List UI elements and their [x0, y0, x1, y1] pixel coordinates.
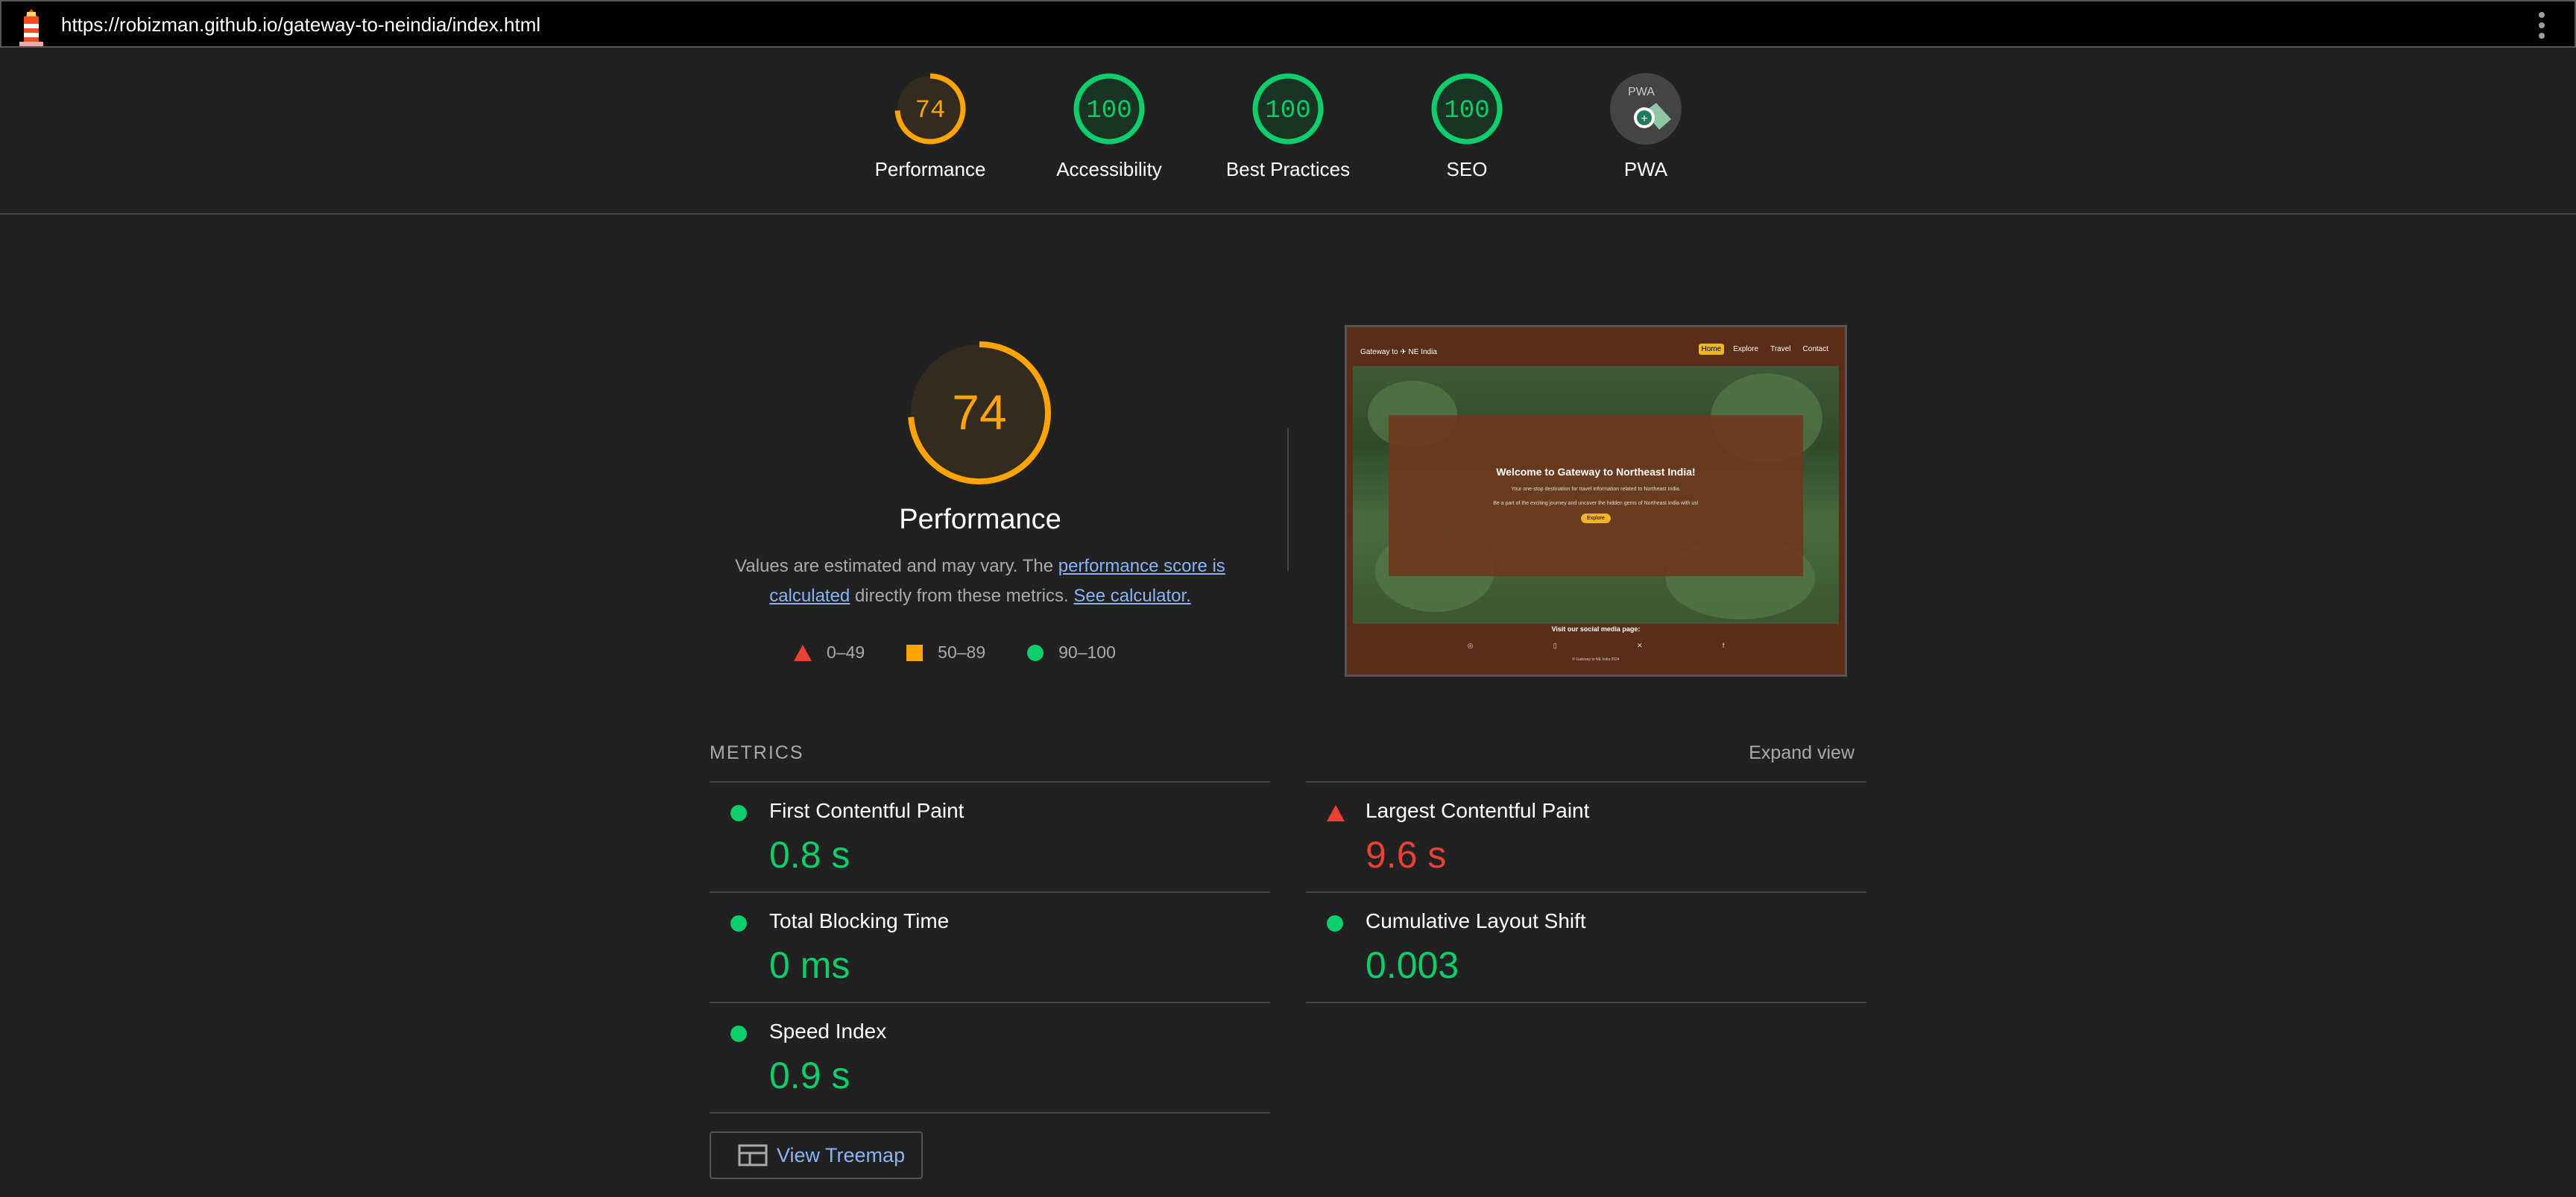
thumb-footer: Visit our social media page: ◎ ▯ ✕ f © G… [1353, 624, 1839, 669]
best-practices-gauge-icon: 100 [1252, 73, 1324, 145]
gauge-performance[interactable]: 74 Performance [833, 70, 1027, 181]
gauge-best-practices[interactable]: 100 Best Practices [1191, 70, 1385, 181]
svg-text:+: + [1641, 113, 1647, 125]
thumb-hero: Welcome to Gateway to Northeast India! Y… [1353, 366, 1839, 627]
metrics-header: METRICS Expand view [710, 742, 1866, 784]
score: 74 [915, 97, 946, 125]
pass-circle-icon [1027, 644, 1044, 661]
thumb-brand: Gateway to ✈ NE India [1360, 348, 1437, 356]
category-label: Accessibility [1056, 158, 1162, 180]
legend-pass: 90–100 [1027, 642, 1116, 663]
performance-description: Values are estimated and may vary. The p… [719, 552, 1241, 611]
pass-circle-icon [730, 915, 747, 932]
average-square-icon [906, 644, 924, 661]
category-label: PWA [1623, 158, 1668, 180]
metric-cls: Cumulative Layout Shift 0.003 [1306, 893, 1866, 1003]
performance-gauge-icon: 74 [894, 73, 966, 145]
fail-triangle-icon [1327, 805, 1345, 821]
fail-triangle-icon [794, 644, 812, 661]
metric-tbt: Total Blocking Time 0 ms [710, 893, 1270, 1003]
score: 100 [1444, 97, 1489, 125]
category-label: Performance [874, 158, 986, 180]
performance-score: 74 [952, 385, 1006, 440]
legend-fail: 0–49 [794, 642, 865, 663]
pass-circle-icon [730, 805, 747, 821]
metric-lcp: Largest Contentful Paint 9.6 s [1306, 783, 1866, 893]
divider [1287, 429, 1289, 572]
pass-circle-icon [1327, 915, 1343, 932]
legend-average: 50–89 [906, 642, 985, 663]
performance-title: Performance [899, 504, 1061, 535]
treemap-icon [738, 1144, 768, 1166]
desc-middle: directly from these metrics. [850, 586, 1074, 606]
metric-fcp: First Contentful Paint 0.8 s [710, 783, 1270, 893]
metrics-title: METRICS [710, 742, 804, 763]
report-url[interactable]: https://robizman.github.io/gateway-to-ne… [61, 13, 540, 37]
seo-gauge-icon: 100 [1431, 73, 1503, 145]
top-bar: https://robizman.github.io/gateway-to-ne… [0, 0, 2576, 48]
metric-speed-index: Speed Index 0.9 s [710, 1003, 1270, 1114]
expand-view-toggle[interactable]: Expand view [1749, 742, 1854, 764]
thumb-hero-card: Welcome to Gateway to Northeast India! Y… [1389, 415, 1803, 576]
score: 100 [1265, 97, 1310, 125]
gauge-pwa[interactable]: PWA + PWA [1549, 70, 1743, 181]
thumb-nav: Gateway to ✈ NE India Home Explore Trave… [1353, 333, 1839, 363]
pwa-badge-icon: PWA + [1610, 73, 1682, 145]
more-menu-icon[interactable] [2539, 12, 2545, 39]
see-calculator-link[interactable]: See calculator. [1073, 586, 1190, 606]
final-screenshot[interactable]: Gateway to ✈ NE India Home Explore Trave… [1345, 325, 1847, 677]
gauge-seo[interactable]: 100 SEO [1370, 70, 1564, 181]
accessibility-gauge-icon: 100 [1073, 73, 1145, 145]
desc-prefix: Values are estimated and may vary. The [735, 556, 1058, 576]
gauge-accessibility[interactable]: 100 Accessibility [1012, 70, 1206, 181]
view-treemap-button[interactable]: View Treemap [710, 1131, 923, 1179]
category-label: Best Practices [1225, 158, 1351, 180]
score: 100 [1086, 97, 1131, 125]
view-treemap-label: View Treemap [777, 1143, 906, 1166]
performance-score-gauge: 74 [908, 341, 1051, 484]
lighthouse-logo-icon [19, 9, 43, 46]
pass-circle-icon [730, 1026, 747, 1042]
pwa-badge-text: PWA [1628, 86, 1655, 98]
score-legend: 0–49 50–89 90–100 [794, 642, 1181, 663]
thumb-links: Home Explore Travel Contact [1698, 344, 1831, 355]
score-summary: 74 Performance 100 Accessibility 100 Bes… [0, 48, 2576, 215]
category-label: SEO [1446, 158, 1488, 180]
